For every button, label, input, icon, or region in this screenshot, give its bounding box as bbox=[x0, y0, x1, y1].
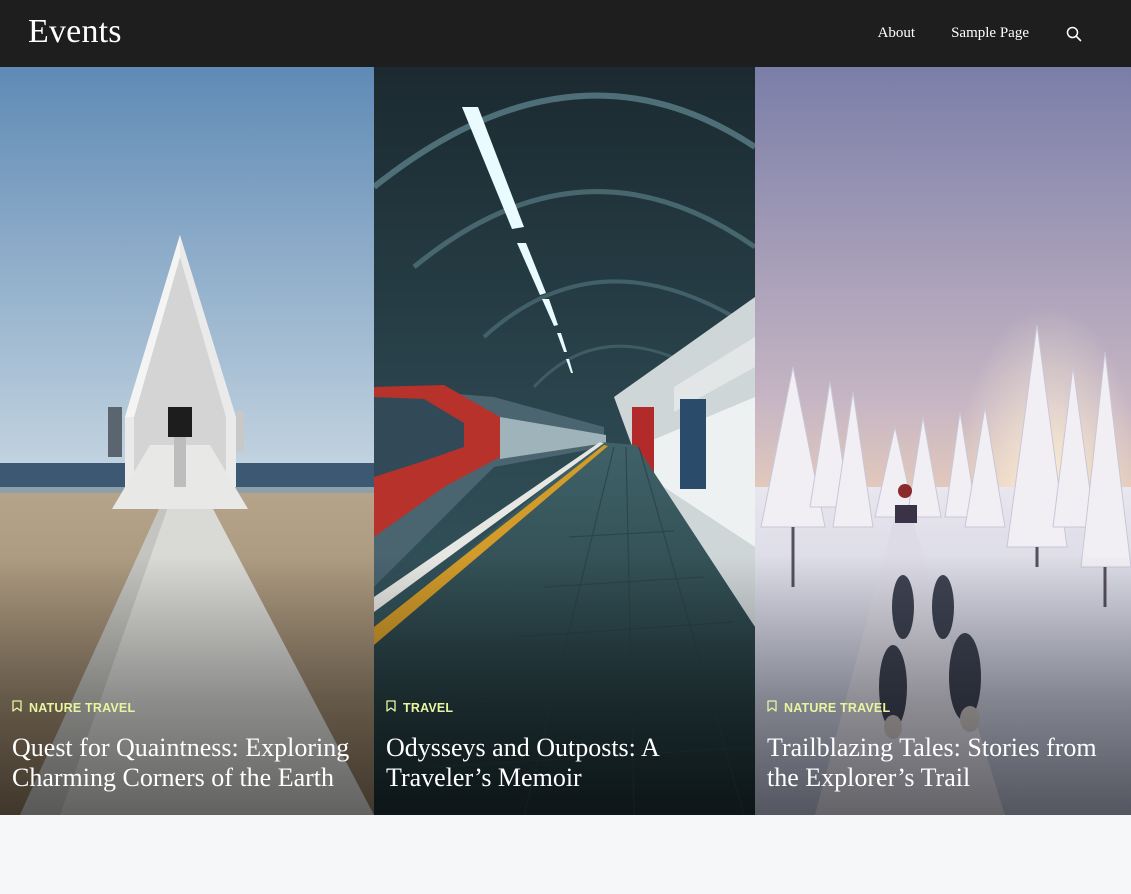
bookmark-icon bbox=[767, 699, 777, 717]
page-background bbox=[0, 815, 1131, 894]
post-meta: TRAVEL Odysseys and Outposts: A Traveler… bbox=[386, 699, 739, 793]
site-title[interactable]: Events bbox=[28, 14, 122, 49]
post-category-label: NATURE TRAVEL bbox=[29, 701, 136, 715]
primary-nav: About Sample Page bbox=[842, 0, 1103, 67]
bookmark-icon bbox=[386, 699, 396, 717]
post-category-label: NATURE TRAVEL bbox=[784, 701, 891, 715]
post-title[interactable]: Quest for Quaintness: Exploring Charming… bbox=[12, 733, 358, 793]
bookmark-icon bbox=[12, 699, 22, 717]
site-header: Events About Sample Page bbox=[0, 0, 1131, 67]
post-title[interactable]: Trailblazing Tales: Stories from the Exp… bbox=[767, 733, 1115, 793]
post-card[interactable]: NATURE TRAVEL Trailblazing Tales: Storie… bbox=[755, 67, 1131, 815]
nav-item-about[interactable]: About bbox=[878, 25, 916, 42]
post-category[interactable]: NATURE TRAVEL bbox=[12, 699, 358, 717]
post-title[interactable]: Odysseys and Outposts: A Traveler’s Memo… bbox=[386, 733, 739, 793]
post-card[interactable]: NATURE TRAVEL Quest for Quaintness: Expl… bbox=[0, 67, 374, 815]
post-category-label: TRAVEL bbox=[403, 701, 454, 715]
post-meta: NATURE TRAVEL Quest for Quaintness: Expl… bbox=[12, 699, 358, 793]
post-category[interactable]: NATURE TRAVEL bbox=[767, 699, 1115, 717]
search-icon[interactable] bbox=[1065, 25, 1083, 43]
post-grid: NATURE TRAVEL Quest for Quaintness: Expl… bbox=[0, 67, 1131, 815]
post-category[interactable]: TRAVEL bbox=[386, 699, 739, 717]
nav-item-sample-page[interactable]: Sample Page bbox=[951, 25, 1029, 42]
post-card[interactable]: TRAVEL Odysseys and Outposts: A Traveler… bbox=[374, 67, 755, 815]
post-meta: NATURE TRAVEL Trailblazing Tales: Storie… bbox=[767, 699, 1115, 793]
